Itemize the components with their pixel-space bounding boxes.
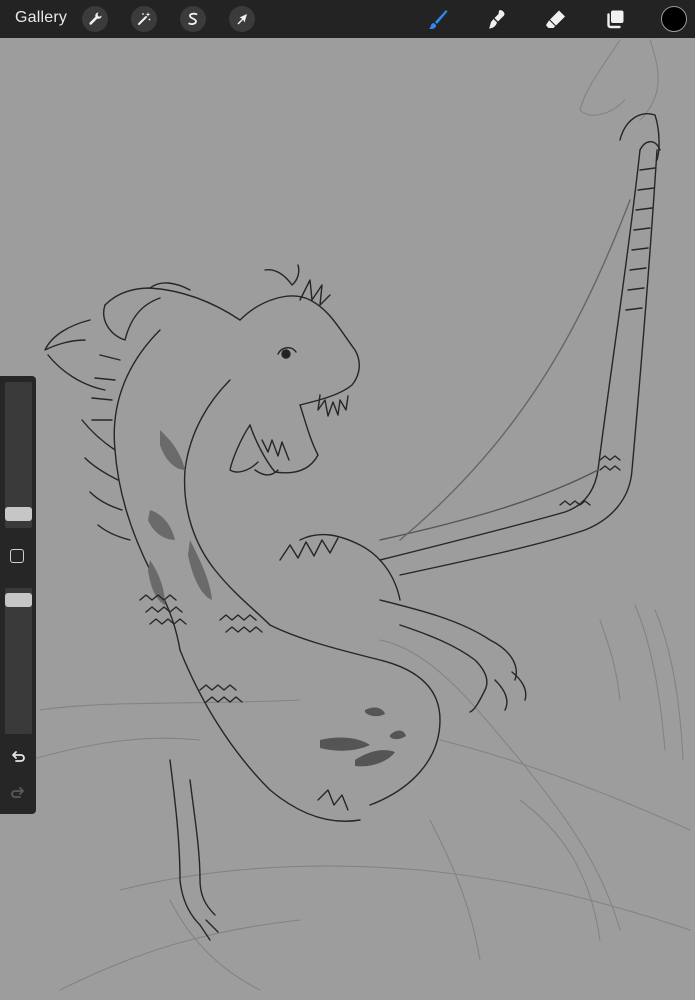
redo-icon [11,787,24,798]
undo-icon [12,751,25,762]
layers-icon [607,10,624,29]
eraser-icon [546,10,565,28]
dragon-sketch-artwork [29,39,691,991]
magic-wand-icon [138,12,151,25]
selection-s-icon [188,12,198,25]
brush-size-thumb[interactable] [5,507,32,521]
smudge-icon [489,10,505,29]
left-sidebar [0,376,36,814]
brush-size-slider[interactable] [5,382,32,528]
eraser-tool-button[interactable] [543,6,569,32]
square-modify-icon[interactable] [10,549,24,563]
brush-tool-button[interactable] [425,6,451,32]
actions-button[interactable] [82,6,108,32]
brush-icon [428,10,448,30]
selection-button[interactable] [180,6,206,32]
opacity-slider[interactable] [5,588,32,734]
top-toolbar: Gallery [0,0,695,38]
layers-button[interactable] [602,6,628,32]
wrench-icon [89,12,102,25]
color-picker-button[interactable] [661,6,687,32]
adjustments-button[interactable] [131,6,157,32]
transform-button[interactable] [229,6,255,32]
undo-button[interactable] [9,748,27,766]
gallery-button[interactable]: Gallery [15,9,67,27]
cursor-arrow-icon [237,14,247,25]
drawing-canvas[interactable] [0,38,695,1000]
smudge-tool-button[interactable] [484,6,510,32]
redo-button[interactable] [9,784,27,802]
opacity-thumb[interactable] [5,593,32,607]
